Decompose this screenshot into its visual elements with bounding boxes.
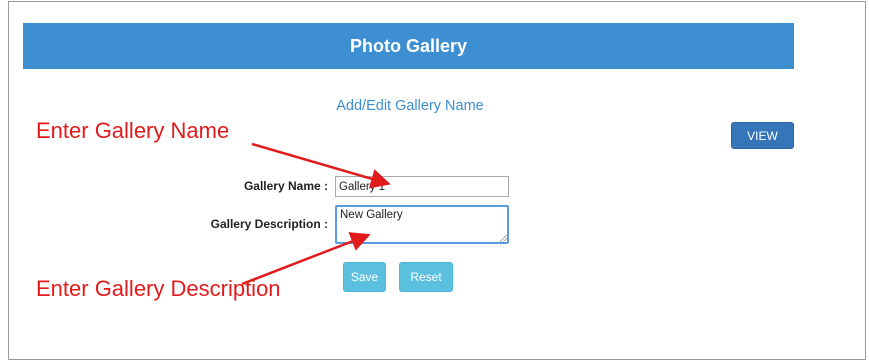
annotation-gallery-name: Enter Gallery Name [36, 118, 230, 143]
annotation-gallery-description: Enter Gallery Description [36, 276, 281, 301]
gallery-description-label: Gallery Description : [210, 217, 328, 231]
resize-grip-icon[interactable] [500, 235, 507, 242]
gallery-name-input[interactable] [335, 176, 509, 197]
reset-button[interactable]: Reset [399, 262, 453, 292]
view-button[interactable]: VIEW [731, 122, 794, 149]
gallery-name-label: Gallery Name : [243, 179, 328, 193]
gallery-description-input[interactable]: New Gallery [335, 205, 509, 244]
header-bar: Photo Gallery [23, 23, 794, 69]
save-button[interactable]: Save [343, 262, 386, 292]
page-title: Photo Gallery [349, 35, 468, 56]
form-subtitle: Add/Edit Gallery Name [336, 98, 484, 114]
